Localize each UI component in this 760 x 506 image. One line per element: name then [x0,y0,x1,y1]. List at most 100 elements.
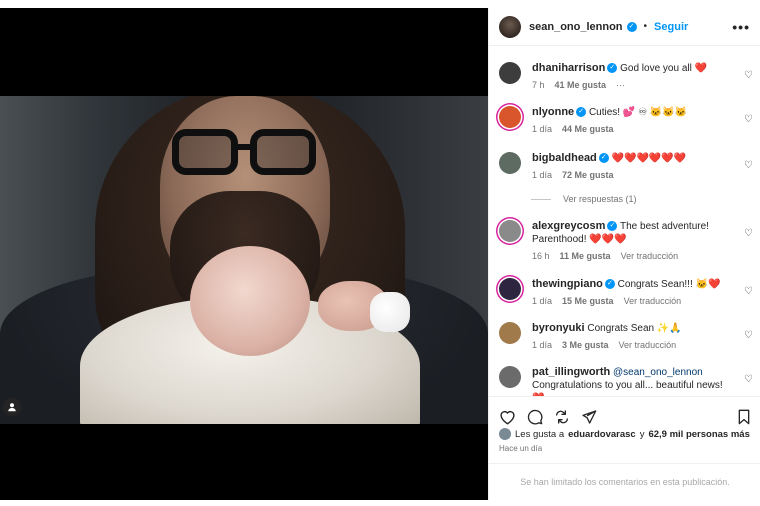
comment-time[interactable]: 7 h [532,79,545,92]
comment-avatar[interactable] [499,62,521,84]
comment-username[interactable]: nlyonne [532,106,574,118]
like-comment-icon[interactable]: ♡ [744,70,753,81]
verified-badge-icon: ✓ [607,63,618,74]
comment-time[interactable]: 1 día [532,123,552,136]
post-time[interactable]: Hace un día [499,444,542,453]
liker-username[interactable]: eduardovarasc [568,429,636,440]
comment-emoji: ❤️❤️❤️ [589,234,627,245]
comment-username[interactable]: alexgreycosm [532,220,605,232]
comment-body: Cuties! [588,107,621,118]
like-comment-icon[interactable]: ♡ [744,286,753,297]
verified-badge-icon: ✓ [607,221,618,232]
comment-time[interactable]: 1 día [532,295,552,308]
comment-text: alexgreycosm ✓ The best adventure! Parent… [532,220,732,246]
translate-button[interactable]: Ver traducción [621,250,679,263]
comment-item: byronyuki Congrats Sean ✨🙏 1 día 3 Me gu… [499,322,757,352]
comment-likes[interactable]: 3 Me gusta [562,339,609,352]
comment-text: bigbaldhead ✓ ❤️❤️❤️❤️❤️❤️ [532,152,732,165]
comment-avatar[interactable] [499,220,521,242]
verified-badge-icon: ✓ [604,279,615,290]
separator-dot: • [643,21,648,32]
translate-button[interactable]: Ver traducción [619,339,677,352]
send-icon[interactable] [581,409,597,425]
likes-summary[interactable]: Les gusta a eduardovarasc y 62,9 mil per… [499,428,750,440]
more-options-icon[interactable]: ••• [732,19,750,35]
comment-item: dhaniharrison ✓ God love you all ❤️ 7 h 4… [499,62,757,92]
like-comment-icon[interactable]: ♡ [744,374,753,385]
follow-button[interactable]: Seguir [654,21,688,33]
comment-avatar[interactable] [499,322,521,344]
view-replies-button[interactable]: Ver respuestas (1) [531,194,637,204]
likes-count[interactable]: 62,9 mil personas más [648,429,749,440]
comment-emoji: ❤️❤️❤️❤️❤️❤️ [611,153,687,164]
photo-baby [190,246,310,356]
comment-mention[interactable]: @sean_ono_lennon [613,367,703,378]
comment-item: bigbaldhead ✓ ❤️❤️❤️❤️❤️❤️ 1 día 72 Me gu… [499,152,757,182]
comment-time[interactable]: 1 día [532,169,552,182]
likes-conjunction: y [639,428,645,440]
comment-text: byronyuki Congrats Sean ✨🙏 [532,322,732,335]
comment-likes[interactable]: 72 Me gusta [562,169,614,182]
like-comment-icon[interactable]: ♡ [744,228,753,239]
post-media[interactable] [0,8,488,500]
comment-time[interactable]: 16 h [532,250,550,263]
post-header: sean_ono_lennon ✓ • Seguir ••• [489,8,760,46]
bookmark-icon[interactable] [737,409,751,425]
comment-text: pat_illingworth @sean_ono_lennon Congrat… [532,366,732,396]
post-photo[interactable] [0,96,488,424]
comment-item: pat_illingworth @sean_ono_lennon Congrat… [499,366,757,396]
comment-username[interactable]: thewingpiano [532,278,603,290]
comment-text: nlyonne ✓ Cuties! 💕 ♾ 🐱🐱🐱 [532,106,732,119]
tagged-users-icon[interactable] [3,398,21,416]
comment-time[interactable]: 1 día [532,339,552,352]
like-comment-icon[interactable]: ♡ [744,114,753,125]
comment-emoji: 💕 ♾ 🐱🐱🐱 [622,107,688,118]
comment-emoji: ✨🙏 [656,323,682,334]
comment-username[interactable]: pat_illingworth [532,366,610,378]
comment-body: Congratulations to you all... beautiful … [532,380,723,391]
comment-more-icon[interactable]: ··· [616,79,625,92]
comment-body: Congrats Sean [587,323,655,334]
comment-likes[interactable]: 11 Me gusta [560,250,611,263]
comment-username[interactable]: bigbaldhead [532,152,597,164]
comment-body: God love you all [620,63,692,74]
share-icon[interactable] [554,409,570,425]
likes-prefix: Les gusta a [515,428,565,440]
comment-emoji: 🐱❤️ [695,279,721,290]
comment-emoji: ❤️ [694,63,708,74]
comment-text: dhaniharrison ✓ God love you all ❤️ [532,62,732,75]
replies-divider [531,198,551,200]
comments-limited-notice: Se han limitado los comentarios en esta … [489,463,760,500]
photo-glasses-right [250,129,316,175]
comment-likes[interactable]: 41 Me gusta [555,79,607,92]
author-username[interactable]: sean_ono_lennon [529,21,623,33]
photo-wristband [370,292,410,332]
view-replies-label[interactable]: Ver respuestas (1) [563,194,637,204]
translate-button[interactable]: Ver traducción [624,295,682,308]
comment-item: alexgreycosm ✓ The best adventure! Parent… [499,220,757,263]
photo-glasses-left [172,129,238,175]
comment-avatar[interactable] [499,366,521,388]
comment-item: thewingpiano ✓ Congrats Sean!!! 🐱❤️ 1 día… [499,278,757,308]
like-comment-icon[interactable]: ♡ [744,330,753,341]
verified-badge-icon: ✓ [576,107,587,118]
post-sidebar: sean_ono_lennon ✓ • Seguir ••• dhaniharr… [488,8,760,500]
comment-item: nlyonne ✓ Cuties! 💕 ♾ 🐱🐱🐱 1 día 44 Me gus… [499,106,757,136]
liker-avatar[interactable] [499,428,511,440]
comment-username[interactable]: dhaniharrison [532,62,605,74]
verified-badge-icon: ✓ [598,153,609,164]
comment-avatar[interactable] [499,152,521,174]
photo-glasses-bridge [236,144,254,150]
comment-avatar[interactable] [499,106,521,128]
comment-icon[interactable] [527,409,543,425]
comments-list[interactable]: dhaniharrison ✓ God love you all ❤️ 7 h 4… [489,54,760,396]
comment-username[interactable]: byronyuki [532,322,585,334]
comment-likes[interactable]: 15 Me gusta [562,295,614,308]
heart-icon[interactable] [499,409,516,425]
author-avatar[interactable] [499,15,521,38]
comment-likes[interactable]: 44 Me gusta [562,123,614,136]
verified-badge-icon: ✓ [626,21,637,32]
comment-avatar[interactable] [499,278,521,300]
like-comment-icon[interactable]: ♡ [744,160,753,171]
comment-body: Congrats Sean!!! [617,279,693,290]
